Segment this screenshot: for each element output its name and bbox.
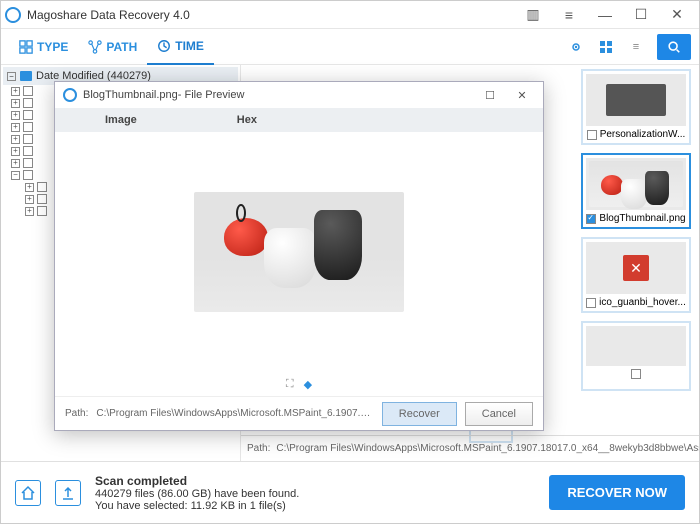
preview-title: BlogThumbnail.png- File Preview	[83, 89, 244, 101]
preview-tabs: Image Hex	[55, 108, 543, 132]
path-icon	[88, 40, 102, 54]
recover-button[interactable]: Recover	[382, 402, 457, 426]
tab-path[interactable]: PATH	[78, 29, 147, 65]
thumbnail-label: ico_guanbi_hover...	[599, 297, 686, 308]
tab-time[interactable]: TIME	[147, 29, 214, 65]
scan-found: 440279 files (86.00 GB) have been found.	[95, 488, 535, 500]
thumbnail-image	[586, 74, 686, 126]
preview-image	[194, 192, 404, 312]
thumbnail-checkbox[interactable]	[587, 130, 597, 140]
thumbnail-image: ✕	[586, 242, 686, 294]
export-button[interactable]	[55, 480, 81, 506]
grid-view-icon[interactable]	[594, 35, 618, 59]
search-button[interactable]	[657, 34, 691, 60]
tab-type-label: TYPE	[37, 40, 68, 54]
thumbnail-checkbox[interactable]	[631, 369, 641, 379]
preview-body	[55, 132, 543, 372]
list-view-icon[interactable]: ≡	[624, 35, 648, 59]
path-label: Path:	[247, 443, 270, 454]
recover-now-button[interactable]: RECOVER NOW	[549, 475, 685, 510]
content-path-bar: Path: C:\Program Files\WindowsApps\Micro…	[241, 435, 699, 461]
minimize-button[interactable]: —	[587, 1, 623, 29]
preview-path: C:\Program Files\WindowsApps\Microsoft.M…	[96, 408, 373, 419]
thumbnail-image	[586, 158, 686, 210]
titlebar: Magoshare Data Recovery 4.0 ▥ ≡ — ☐ ✕	[1, 1, 699, 29]
tab-time-label: TIME	[175, 39, 204, 53]
app-icon	[63, 88, 77, 102]
time-icon	[157, 39, 171, 53]
preview-tools: ⛶ ◆	[55, 372, 543, 396]
scan-status: Scan completed	[95, 474, 535, 488]
thumbnail-item[interactable]: PersonalizationW...	[581, 69, 691, 145]
refresh-icon[interactable]: ◆	[304, 378, 312, 391]
error-icon: ✕	[623, 255, 649, 281]
footer: Scan completed 440279 files (86.00 GB) h…	[1, 461, 699, 523]
path-value: C:\Program Files\WindowsApps\Microsoft.M…	[276, 443, 699, 454]
menu-icon[interactable]: ≡	[551, 1, 587, 29]
cancel-button[interactable]: Cancel	[465, 402, 533, 426]
layout-icon[interactable]: ▥	[515, 1, 551, 29]
scan-selected: You have selected: 11.92 KB in 1 file(s)	[95, 500, 535, 512]
app-title: Magoshare Data Recovery 4.0	[27, 8, 515, 22]
home-button[interactable]	[15, 480, 41, 506]
maximize-button[interactable]: ☐	[623, 1, 659, 29]
type-icon	[19, 40, 33, 54]
preview-close-button[interactable]: ✕	[509, 84, 535, 106]
thumbnail-label: PersonalizationW...	[600, 129, 686, 140]
folder-icon	[20, 71, 32, 81]
tab-path-label: PATH	[106, 40, 137, 54]
close-button[interactable]: ✕	[659, 1, 695, 29]
app-icon	[5, 7, 21, 23]
kettle-handle	[236, 204, 246, 222]
scan-info: Scan completed 440279 files (86.00 GB) h…	[95, 474, 535, 512]
preview-tab-hex[interactable]: Hex	[187, 114, 307, 126]
preview-dialog: BlogThumbnail.png- File Preview ☐ ✕ Imag…	[54, 81, 544, 431]
fit-icon[interactable]: ⛶	[286, 378, 294, 391]
preview-maximize-button[interactable]: ☐	[477, 84, 503, 106]
preview-tab-image[interactable]: Image	[55, 114, 187, 126]
thumbnail-image	[586, 326, 686, 366]
thumbnail-item[interactable]: ✕ ico_guanbi_hover...	[581, 237, 691, 313]
tab-type[interactable]: TYPE	[9, 29, 78, 65]
toolbar: TYPE PATH TIME ≡	[1, 29, 699, 65]
thumbnail-column: PersonalizationW... BlogThumbnail.png ✕ …	[581, 69, 691, 391]
thumbnail-checkbox[interactable]	[586, 214, 596, 224]
eye-icon[interactable]	[564, 35, 588, 59]
thumbnail-label: BlogThumbnail.png	[599, 213, 685, 224]
preview-path-label: Path:	[65, 408, 88, 419]
preview-titlebar: BlogThumbnail.png- File Preview ☐ ✕	[55, 82, 543, 108]
thumbnail-item[interactable]	[581, 321, 691, 391]
thumbnail-checkbox[interactable]	[586, 298, 596, 308]
thumbnail-item-selected[interactable]: BlogThumbnail.png	[581, 153, 691, 229]
preview-footer: Path: C:\Program Files\WindowsApps\Micro…	[55, 396, 543, 430]
